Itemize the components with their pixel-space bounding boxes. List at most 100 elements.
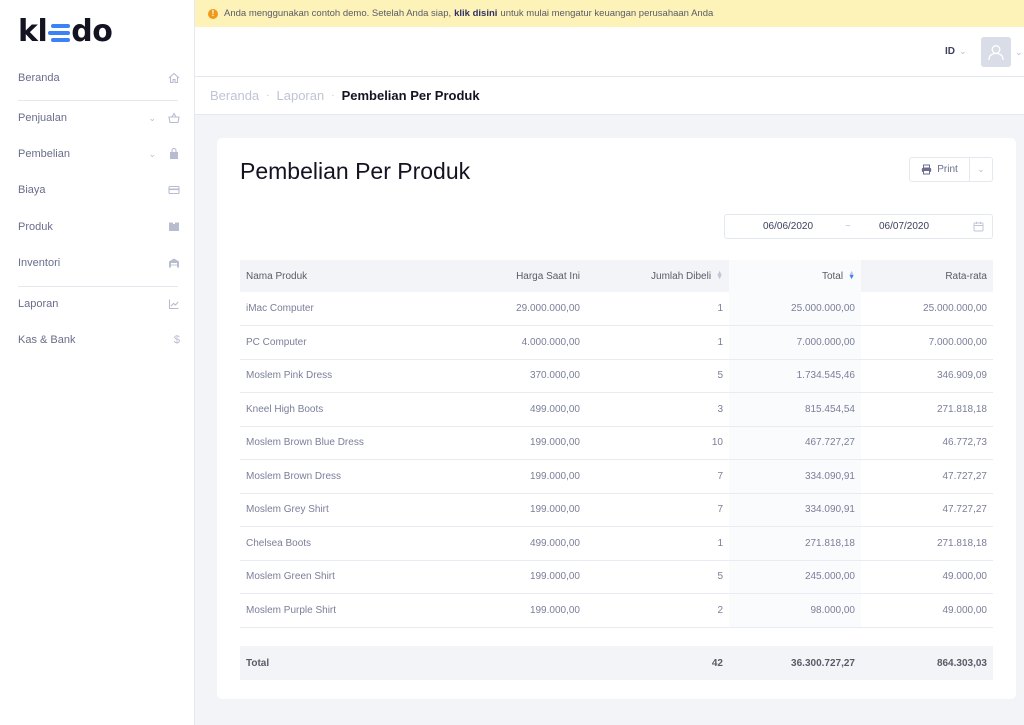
column-header-total[interactable]: Total ▲ ▼	[729, 260, 861, 292]
purchase-per-product-table: Nama Produk Harga Saat Ini Jumlah Dibeli…	[240, 260, 993, 680]
cell-qty: 3	[586, 392, 729, 427]
date-range-picker[interactable]: 06/06/2020 ~ 06/07/2020	[724, 214, 993, 239]
chevron-down-icon[interactable]: ⌄	[1015, 47, 1023, 58]
table-spacer	[240, 627, 993, 646]
sidebar-item-label: Beranda	[18, 72, 60, 84]
sidebar-item-pembelian[interactable]: Pembelian ⌄	[18, 144, 180, 164]
cell-avg: 46.772,73	[861, 426, 993, 460]
sidebar: kl do Beranda Penjualan ⌄ Pembelian ⌄ Bi…	[0, 0, 195, 725]
breadcrumb-separator: ·	[266, 90, 270, 101]
table-row[interactable]: Moslem Green Shirt 199.000,00 5 245.000,00 4…	[240, 560, 993, 594]
banner-link[interactable]: klik disini	[454, 8, 497, 19]
table-row[interactable]: Kneel High Boots 499.000,00 3 815.454,54 271…	[240, 392, 993, 427]
date-to-field[interactable]: 06/07/2020	[879, 221, 929, 232]
logo-e-mark	[48, 22, 71, 44]
page-title: Pembelian Per Produk	[240, 158, 471, 184]
table-row[interactable]: PC Computer 4.000.000,00 1 7.000.000,00 7.00…	[240, 325, 993, 360]
language-selector[interactable]: ID ⌄	[945, 46, 967, 57]
sidebar-item-laporan[interactable]: Laporan	[18, 294, 180, 314]
table-row[interactable]: iMac Computer 29.000.000,00 1 25.000.000,00…	[240, 292, 993, 326]
sidebar-item-label: Inventori	[18, 257, 61, 269]
kledo-logo[interactable]: kl do	[18, 14, 113, 49]
cell-name: Moslem Brown Dress	[240, 459, 440, 494]
chevron-down-icon: ⌄	[148, 148, 156, 159]
cell-qty: 7	[586, 459, 729, 494]
report-card: Pembelian Per Produk Print ⌄ 06/06/2020 …	[217, 138, 1016, 699]
cell-total: 334.090,91	[729, 493, 861, 527]
chevron-down-icon: ⌄	[959, 46, 967, 56]
sidebar-item-produk[interactable]: Produk	[18, 217, 180, 237]
warehouse-icon	[169, 258, 179, 268]
demo-banner: ! Anda menggunakan contoh demo. Setelah …	[195, 0, 1024, 27]
sidebar-item-penjualan[interactable]: Penjualan ⌄	[18, 108, 180, 128]
warning-icon: !	[208, 8, 218, 19]
cell-qty: 1	[586, 292, 729, 326]
print-button[interactable]: Print	[910, 158, 970, 181]
cell-avg: 47.727,27	[861, 459, 993, 494]
table-row[interactable]: Moslem Grey Shirt 199.000,00 7 334.090,91 47…	[240, 493, 993, 527]
avatar[interactable]	[981, 37, 1011, 67]
date-separator: ~	[845, 221, 851, 232]
cell-avg: 346.909,09	[861, 359, 993, 393]
breadcrumb-current: Pembelian Per Produk	[341, 88, 480, 103]
date-from-field[interactable]: 06/06/2020	[763, 221, 813, 232]
cell-name: Moslem Brown Blue Dress	[240, 426, 440, 460]
breadcrumb-home[interactable]: Beranda	[210, 88, 259, 103]
table-row[interactable]: Chelsea Boots 499.000,00 1 271.818,18 271.81…	[240, 526, 993, 561]
sidebar-item-beranda[interactable]: Beranda	[18, 68, 180, 88]
cell-qty: 2	[586, 593, 729, 628]
column-header-avg[interactable]: Rata-rata	[861, 260, 993, 292]
cell-price: 199.000,00	[440, 593, 586, 628]
column-header-price[interactable]: Harga Saat Ini	[440, 260, 586, 292]
table-row[interactable]: Moslem Purple Shirt 199.000,00 2 98.000,00 4…	[240, 593, 993, 628]
sidebar-item-kas-bank[interactable]: Kas & Bank $	[18, 330, 180, 350]
print-label: Print	[937, 164, 958, 175]
cell-price: 29.000.000,00	[440, 292, 586, 326]
column-header-qty[interactable]: Jumlah Dibeli ▲ ▼	[586, 260, 729, 292]
column-header-name[interactable]: Nama Produk	[240, 260, 440, 292]
chart-icon	[168, 299, 179, 310]
cell-avg: 7.000.000,00	[861, 325, 993, 360]
sort-icon[interactable]: ▲ ▼	[848, 270, 855, 281]
cell-price: 370.000,00	[440, 359, 586, 393]
cell-price: 199.000,00	[440, 493, 586, 527]
card-icon	[168, 185, 180, 195]
cell-total: 334.090,91	[729, 459, 861, 494]
cell-avg: 271.818,18	[861, 392, 993, 427]
cell-price: 199.000,00	[440, 459, 586, 494]
footer-qty: 42	[586, 646, 729, 680]
cell-qty: 5	[586, 560, 729, 594]
breadcrumb-laporan[interactable]: Laporan	[277, 88, 325, 103]
table-header-row: Nama Produk Harga Saat Ini Jumlah Dibeli…	[240, 260, 993, 292]
footer-avg: 864.303,03	[861, 646, 993, 680]
table-row[interactable]: Moslem Pink Dress 370.000,00 5 1.734.545,46…	[240, 359, 993, 393]
sidebar-item-inventori[interactable]: Inventori	[18, 253, 180, 273]
cell-total: 98.000,00	[729, 593, 861, 628]
cell-price: 499.000,00	[440, 526, 586, 561]
cell-price: 499.000,00	[440, 392, 586, 427]
top-bar: ! Anda menggunakan contoh demo. Setelah …	[195, 0, 1024, 77]
cell-avg: 25.000.000,00	[861, 292, 993, 326]
table-row[interactable]: Moslem Brown Blue Dress 199.000,00 10 467.7…	[240, 426, 993, 460]
cell-total: 271.818,18	[729, 526, 861, 561]
basket-icon	[168, 112, 180, 124]
sidebar-item-label: Penjualan	[18, 112, 67, 124]
sidebar-item-label: Pembelian	[18, 148, 70, 160]
footer-total: 36.300.727,27	[729, 646, 861, 680]
cell-avg: 49.000,00	[861, 593, 993, 628]
cell-total: 1.734.545,46	[729, 359, 861, 393]
sidebar-divider	[18, 100, 178, 101]
print-dropdown-toggle[interactable]: ⌄	[970, 164, 992, 175]
cell-price: 199.000,00	[440, 426, 586, 460]
cell-avg: 271.818,18	[861, 526, 993, 561]
cell-name: PC Computer	[240, 325, 440, 360]
breadcrumb: Beranda · Laporan · Pembelian Per Produk	[195, 77, 1024, 115]
cell-name: Moslem Grey Shirt	[240, 493, 440, 527]
footer-label: Total	[240, 646, 440, 680]
breadcrumb-separator: ·	[331, 90, 335, 101]
table-row[interactable]: Moslem Brown Dress 199.000,00 7 334.090,91 4…	[240, 459, 993, 494]
sort-icon[interactable]: ▲ ▼	[716, 270, 723, 281]
calendar-icon	[973, 221, 984, 232]
bag-icon	[170, 148, 178, 159]
sidebar-item-biaya[interactable]: Biaya	[18, 180, 180, 200]
